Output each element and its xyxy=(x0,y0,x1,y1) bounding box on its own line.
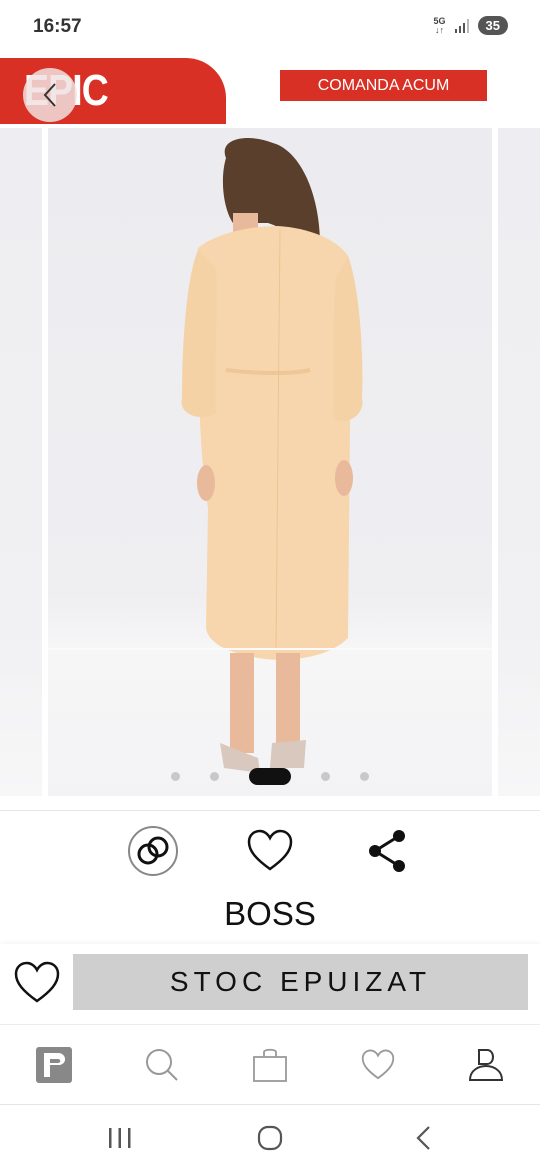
back-button[interactable] xyxy=(23,68,77,122)
battery-badge: 35 xyxy=(477,16,508,35)
product-brand[interactable]: BOSS xyxy=(0,895,540,933)
product-gallery[interactable] xyxy=(0,128,540,796)
promo-banner[interactable]: EPIC SALE COMANDA ACUM xyxy=(0,58,540,165)
home-circle-icon xyxy=(257,1125,283,1151)
compare-rings-icon xyxy=(128,826,178,876)
pagination-dot-active[interactable] xyxy=(249,768,291,785)
heart-icon xyxy=(14,961,60,1003)
pagination-dot[interactable] xyxy=(321,772,330,781)
nav-account[interactable] xyxy=(466,1045,506,1085)
bag-icon xyxy=(253,1048,287,1082)
network-label: 5G xyxy=(433,15,446,26)
pagination-dot[interactable] xyxy=(171,772,180,781)
share-icon xyxy=(369,830,405,872)
out-of-stock-button[interactable]: STOC EPUIZAT xyxy=(73,954,528,1010)
system-back-button[interactable] xyxy=(408,1123,438,1153)
search-icon xyxy=(146,1049,178,1081)
system-navigation xyxy=(0,1104,540,1170)
status-time: 16:57 xyxy=(33,16,82,37)
heart-icon xyxy=(361,1049,395,1080)
studio-floor-line xyxy=(48,648,492,650)
order-now-button[interactable]: COMANDA ACUM xyxy=(280,70,487,101)
share-button[interactable] xyxy=(360,824,414,878)
add-to-wishlist-button[interactable] xyxy=(12,958,62,1008)
previous-image-preview[interactable] xyxy=(0,128,42,796)
next-image-preview[interactable] xyxy=(498,128,540,796)
status-bar: 16:57 5G ↓↑ 35 xyxy=(0,0,540,56)
logo-icon xyxy=(36,1047,72,1083)
model-photo xyxy=(181,138,363,773)
recent-apps-button[interactable] xyxy=(105,1123,135,1153)
compare-button[interactable] xyxy=(126,824,180,878)
product-actions xyxy=(0,810,540,886)
nav-cart[interactable] xyxy=(250,1045,290,1085)
pagination-dot[interactable] xyxy=(210,772,219,781)
favorite-button[interactable] xyxy=(243,824,297,878)
chevron-left-icon xyxy=(43,83,56,107)
home-button[interactable] xyxy=(255,1123,285,1153)
purchase-bar: STOC EPUIZAT xyxy=(0,944,540,1024)
nav-home[interactable] xyxy=(34,1045,74,1085)
nav-search[interactable] xyxy=(142,1045,182,1085)
network-indicator: 5G ↓↑ xyxy=(433,15,446,35)
status-indicators: 5G ↓↑ 35 xyxy=(434,16,508,35)
nav-wishlist[interactable] xyxy=(358,1045,398,1085)
back-arrow-icon xyxy=(416,1126,430,1150)
pagination-dot[interactable] xyxy=(360,772,369,781)
heart-icon xyxy=(247,829,293,871)
product-image[interactable] xyxy=(48,128,492,796)
account-icon xyxy=(468,1049,504,1081)
signal-icon xyxy=(454,18,469,33)
recent-apps-icon xyxy=(109,1128,131,1148)
gallery-pagination[interactable] xyxy=(0,768,540,785)
bottom-navigation xyxy=(0,1024,540,1104)
